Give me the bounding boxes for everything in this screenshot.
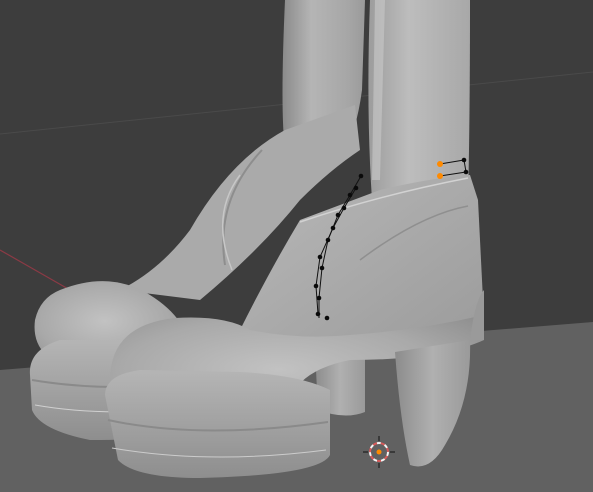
- viewport-canvas[interactable]: [0, 0, 593, 492]
- 3d-viewport[interactable]: [0, 0, 593, 492]
